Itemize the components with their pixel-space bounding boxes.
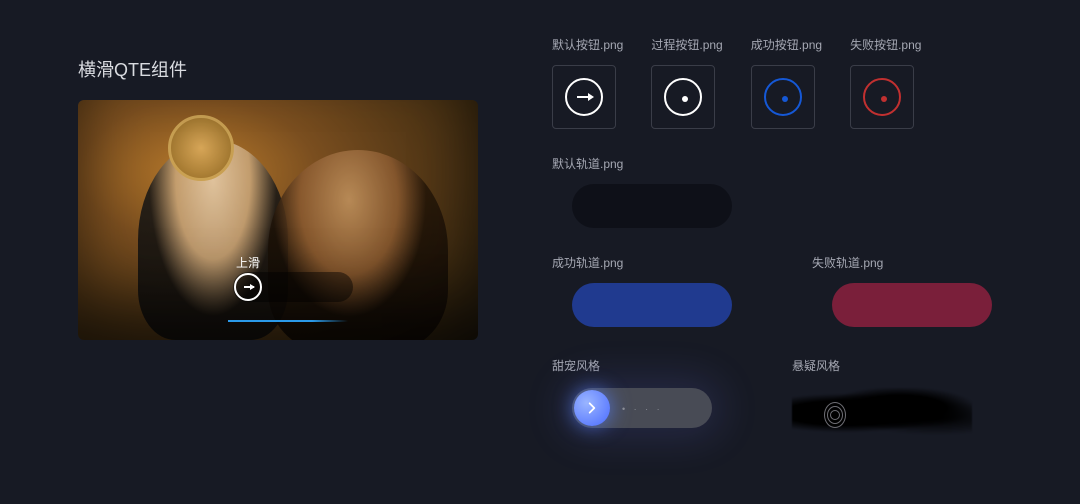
default-track-asset[interactable] (572, 184, 732, 228)
preview-vignette (78, 100, 478, 340)
process-button-asset[interactable] (651, 65, 715, 129)
asset-label-fail-button: 失败按钮.png (850, 36, 921, 53)
ink-splat-icon (792, 388, 972, 438)
asset-label-success-track: 成功轨道.png (552, 254, 732, 271)
success-track-asset[interactable] (572, 283, 732, 327)
asset-label-default-button: 默认按钮.png (552, 36, 623, 53)
fail-track-asset[interactable] (832, 283, 992, 327)
slide-knob-icon[interactable] (234, 273, 262, 301)
fail-button-asset[interactable] (850, 65, 914, 129)
fingerprint-icon (822, 400, 848, 430)
dot-circle-icon (664, 78, 702, 116)
button-assets-row: 默认按钮.png 过程按钮.png 成功按钮.png 失败按钮.png (552, 36, 1032, 129)
style-label-mystery: 悬疑风格 (792, 357, 972, 374)
component-title: 横滑QTE组件 (78, 56, 478, 82)
asset-label-success-button: 成功按钮.png (751, 36, 822, 53)
arrow-circle-icon (565, 78, 603, 116)
asset-label-process-button: 过程按钮.png (651, 36, 722, 53)
fail-circle-icon (863, 78, 901, 116)
success-button-asset[interactable] (751, 65, 815, 129)
qte-preview: 上滑 (78, 100, 478, 340)
asset-label-default-track: 默认轨道.png (552, 155, 1032, 172)
slide-control[interactable] (233, 272, 353, 302)
slide-hint-label: 上滑 (236, 254, 260, 271)
default-button-asset[interactable] (552, 65, 616, 129)
sweet-knob[interactable] (574, 390, 610, 426)
chevron-right-icon (585, 401, 599, 415)
sweet-slider-dots: • · · · (622, 404, 663, 414)
progress-indicator (228, 320, 348, 322)
asset-label-fail-track: 失败轨道.png (812, 254, 992, 271)
mystery-style-asset[interactable] (792, 388, 972, 438)
success-circle-icon (764, 78, 802, 116)
sweet-style-slider[interactable]: • · · · (572, 388, 712, 428)
style-label-sweet: 甜宠风格 (552, 357, 712, 374)
